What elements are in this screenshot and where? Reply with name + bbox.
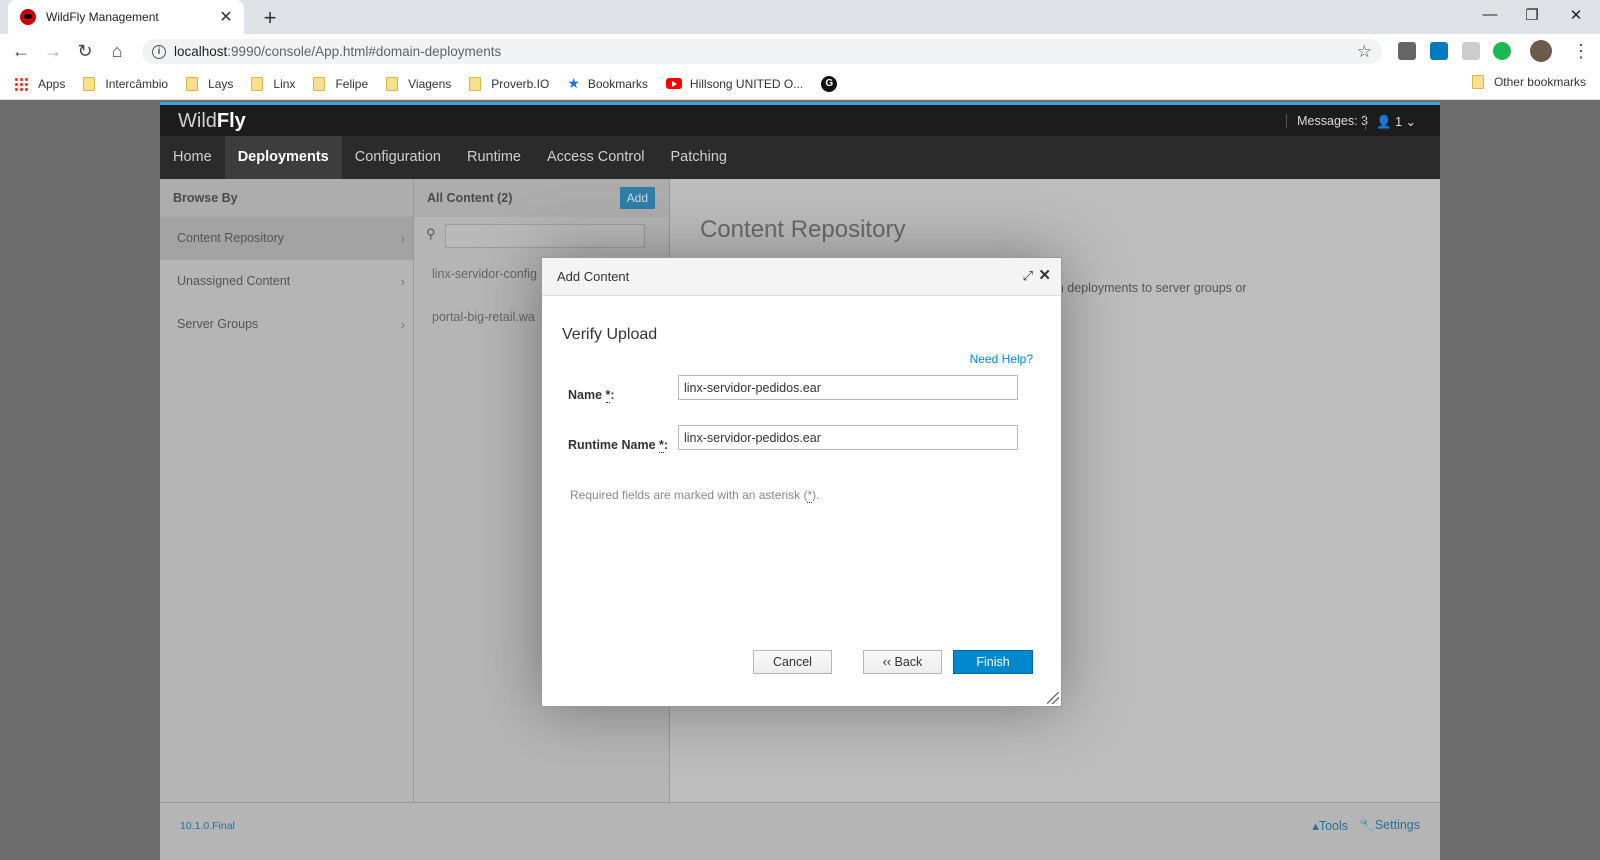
folder-icon (186, 76, 199, 91)
expand-icon[interactable]: ⤢ (1023, 268, 1033, 284)
home-icon[interactable]: ⌂ (106, 40, 128, 62)
m-extension-icon[interactable] (1462, 42, 1480, 60)
wrench-icon: 🔧 (1359, 818, 1375, 832)
app-header: WildFly Messages: 3 👤 1 ⌄ (160, 102, 1440, 136)
apps-grid-icon (14, 76, 28, 91)
profile-avatar[interactable] (1530, 40, 1552, 62)
browse-by-column: Browse By Content Repository › Unassigned… (160, 179, 414, 802)
folder-icon (83, 76, 96, 91)
youtube-icon (665, 78, 682, 89)
version-label[interactable]: 10.1.0.Final (180, 820, 235, 832)
finish-button[interactable]: Finish (953, 650, 1033, 674)
name-label: Name *: (568, 388, 615, 403)
forward-arrow-icon[interactable]: → (42, 40, 64, 62)
tools-link[interactable]: ▴Tools (1313, 818, 1348, 833)
step-title: Verify Upload (562, 326, 658, 343)
bookmark-linx[interactable]: Linx (251, 76, 295, 91)
dialog-header: Add Content ⤢ ✕ (542, 258, 1061, 296)
search-icon: ⚲ (426, 226, 436, 241)
new-tab-icon[interactable]: + (258, 5, 282, 31)
menu-kebab-icon[interactable]: ⋮ (1570, 40, 1592, 62)
nav-runtime[interactable]: Runtime (454, 136, 534, 179)
bookmark-apps[interactable]: Apps (14, 76, 65, 91)
folder-icon (1471, 75, 1484, 89)
bookmark-proverb[interactable]: Proverb.IO (469, 76, 549, 91)
bookmark-lays[interactable]: Lays (186, 76, 233, 91)
window-close-icon[interactable]: ✕ (1566, 6, 1586, 24)
nav-configuration[interactable]: Configuration (342, 136, 454, 179)
browse-item-unassigned-content[interactable]: Unassigned Content › (160, 260, 413, 303)
bookmark-felipe[interactable]: Felipe (313, 76, 368, 91)
reload-icon[interactable]: ↻ (74, 40, 96, 62)
g-logo-icon: G (821, 75, 838, 92)
other-bookmarks[interactable]: Other bookmarks (1471, 75, 1586, 89)
messages-link[interactable]: Messages: 3 (1286, 114, 1368, 128)
runtime-name-label: Runtime Name *: (568, 438, 669, 453)
back-button[interactable]: ‹‹ Back (863, 650, 942, 674)
minimize-icon[interactable]: — (1480, 6, 1500, 23)
nav-deployments[interactable]: Deployments (224, 136, 342, 179)
required-fields-note: Required fields are marked with an aster… (570, 488, 820, 503)
nav-patching[interactable]: Patching (658, 136, 740, 179)
green-extension-icon[interactable] (1493, 42, 1511, 60)
tab-close-icon[interactable]: ✕ (218, 7, 234, 27)
url-text: localhost:9990/console/App.html#domain-d… (174, 44, 502, 59)
extension-shield-icon[interactable] (1398, 42, 1416, 60)
content-header: All Content (2) Add (414, 179, 669, 217)
browser-toolbar: ← → ↻ ⌂ i localhost:9990/console/App.htm… (0, 34, 1600, 68)
browser-tab[interactable]: WildFly Management ✕ (8, 0, 244, 34)
runtime-name-input[interactable] (678, 425, 1018, 450)
restore-icon[interactable]: ❐ (1522, 6, 1542, 24)
bookmark-bookmarks[interactable]: ★ Bookmarks (567, 75, 648, 92)
settings-link[interactable]: 🔧Settings (1359, 818, 1420, 833)
chevron-right-icon: › (400, 317, 405, 332)
folder-icon (313, 76, 326, 91)
need-help-link[interactable]: Need Help? (970, 352, 1033, 366)
add-content-button[interactable]: Add (619, 187, 655, 209)
dialog-title: Add Content (557, 269, 630, 284)
page-backdrop: WildFly Messages: 3 👤 1 ⌄ Home Deploymen… (0, 100, 1600, 860)
bookmark-viagens[interactable]: Viagens (386, 76, 451, 91)
filter-input[interactable] (445, 224, 645, 248)
star-icon: ★ (567, 75, 580, 91)
resize-grip-icon[interactable] (1047, 692, 1059, 704)
user-icon: 👤 (1376, 115, 1392, 129)
chevron-right-icon: › (400, 231, 405, 246)
site-info-icon[interactable]: i (152, 44, 166, 59)
cancel-button[interactable]: Cancel (753, 650, 832, 674)
bookmark-hillsong[interactable]: Hillsong UNITED O... (665, 77, 803, 91)
wildfly-favicon-icon (20, 9, 36, 25)
folder-icon (469, 76, 482, 91)
address-bar[interactable]: i localhost:9990/console/App.html#domain… (142, 39, 1382, 64)
main-nav: Home Deployments Configuration Runtime A… (160, 136, 1440, 179)
name-input[interactable] (678, 375, 1018, 400)
bookmark-intercambio[interactable]: Intercâmbio (83, 76, 168, 91)
nav-access-control[interactable]: Access Control (534, 136, 658, 179)
tab-title: WildFly Management (46, 10, 159, 24)
filter-row: ⚲ (414, 217, 669, 253)
bookmark-star-icon[interactable]: ☆ (1357, 42, 1372, 62)
browse-by-header: Browse By (160, 179, 413, 217)
folder-icon (386, 76, 399, 91)
repository-title: Content Repository (700, 216, 906, 243)
nav-home[interactable]: Home (160, 136, 225, 179)
browser-tab-bar: WildFly Management ✕ + — ❐ ✕ (0, 0, 1600, 34)
console-footer: 10.1.0.Final ▴Tools 🔧Settings (160, 802, 1440, 860)
back-arrow-icon[interactable]: ← (10, 40, 32, 62)
close-icon[interactable]: ✕ (1038, 266, 1051, 284)
browse-item-server-groups[interactable]: Server Groups › (160, 303, 413, 346)
add-content-dialog: Add Content ⤢ ✕ Verify Upload Need Help?… (541, 257, 1062, 707)
trello-extension-icon[interactable] (1430, 42, 1448, 60)
bookmark-g[interactable]: G (821, 75, 838, 92)
user-menu[interactable]: 👤 1 ⌄ (1365, 114, 1416, 130)
wildfly-logo[interactable]: WildFly (178, 110, 246, 133)
folder-icon (251, 76, 264, 91)
browse-item-content-repository[interactable]: Content Repository › (160, 217, 413, 260)
bookmarks-bar: Apps Intercâmbio Lays Linx Felipe Viagen… (0, 68, 1600, 100)
chevron-right-icon: › (400, 274, 405, 289)
